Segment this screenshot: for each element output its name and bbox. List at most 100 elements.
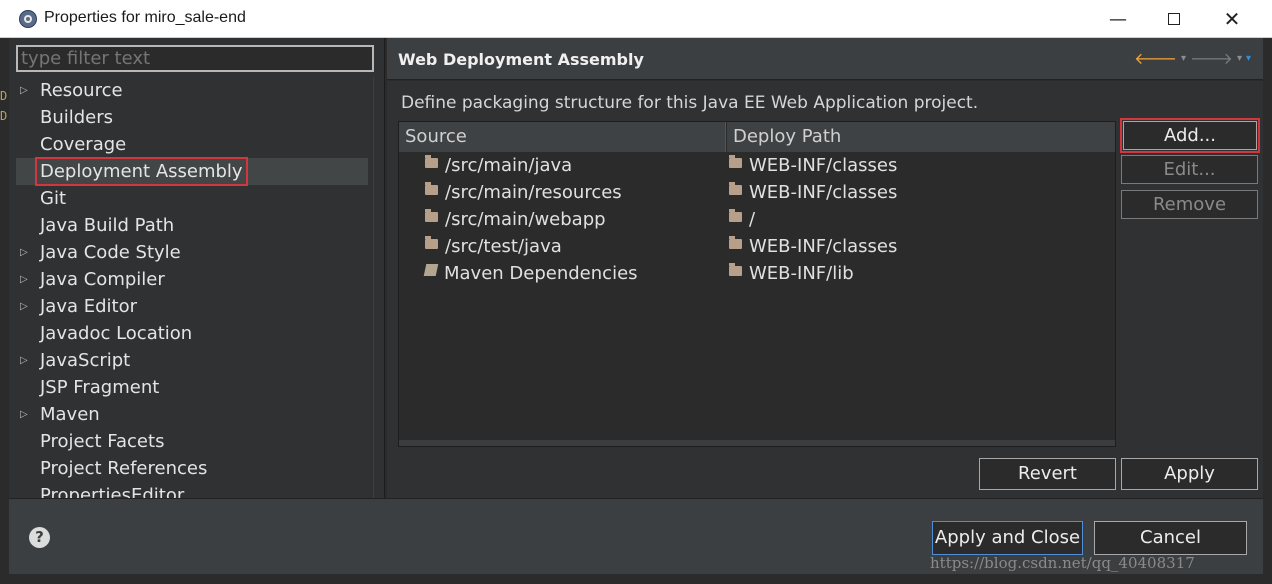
add-button[interactable]: Add...	[1120, 118, 1260, 153]
tree-item-javadoc-location[interactable]: Javadoc Location	[16, 320, 368, 347]
tree-item-builders[interactable]: Builders	[16, 104, 368, 131]
table-row[interactable]: /src/main/java WEB-INF/classes	[399, 152, 1115, 179]
table-horizontal-scrollbar[interactable]	[399, 440, 1115, 446]
tree-item-java-build-path[interactable]: Java Build Path	[16, 212, 368, 239]
tree-item-label: JSP Fragment	[40, 377, 160, 398]
tree-item-label: Coverage	[40, 134, 127, 155]
source-cell: /src/main/java	[445, 155, 573, 176]
source-cell: Maven Dependencies	[444, 263, 638, 284]
folder-icon	[425, 209, 438, 222]
deployment-assembly-page: Define packaging structure for this Java…	[387, 81, 1263, 498]
deploy-cell: WEB-INF/classes	[749, 155, 898, 176]
folder-icon	[425, 155, 438, 168]
settings-gear-icon	[19, 10, 37, 28]
expand-arrow-icon[interactable]: ▷	[20, 401, 28, 428]
folder-icon	[425, 236, 438, 249]
minimize-button[interactable]: —	[1090, 0, 1146, 38]
folder-icon	[729, 236, 742, 249]
folder-icon	[729, 182, 742, 195]
apply-button[interactable]: Apply	[1121, 458, 1258, 490]
expand-arrow-icon[interactable]: ▷	[20, 293, 28, 320]
table-row[interactable]: /src/test/java WEB-INF/classes	[399, 233, 1115, 260]
tree-item-label: Javadoc Location	[40, 323, 193, 344]
cancel-button[interactable]: Cancel	[1094, 521, 1247, 555]
background-editor	[0, 574, 1272, 584]
tree-item-deployment-assembly[interactable]: Deployment Assembly	[16, 157, 368, 186]
tree-item-label: Java Build Path	[40, 215, 175, 236]
remove-button[interactable]: Remove	[1121, 190, 1258, 219]
tree-item-label: Deployment Assembly	[35, 157, 248, 186]
source-cell: /src/main/resources	[445, 182, 622, 203]
library-icon	[423, 264, 439, 276]
deploy-cell: WEB-INF/classes	[749, 182, 898, 203]
tree-item-resource[interactable]: ▷ Resource	[16, 77, 368, 104]
tree-item-label: Git	[40, 188, 67, 209]
deploy-cell: /	[749, 209, 756, 230]
filter-input[interactable]	[16, 45, 374, 72]
tree-item-label: JavaScript	[40, 350, 131, 371]
maximize-button[interactable]	[1146, 0, 1202, 38]
tree-item-jsp-fragment[interactable]: JSP Fragment	[16, 374, 368, 401]
table-row[interactable]: /src/main/webapp /	[399, 206, 1115, 233]
page-header: Web Deployment Assembly 🡐 ▾ 🡒 ▾ ▾	[387, 38, 1263, 80]
tree-item-maven[interactable]: ▷ Maven	[16, 401, 368, 428]
view-menu-icon[interactable]: ▾	[1246, 53, 1251, 64]
back-dropdown-icon[interactable]: ▾	[1181, 53, 1186, 64]
page-description: Define packaging structure for this Java…	[401, 93, 979, 113]
edit-button[interactable]: Edit...	[1121, 155, 1258, 184]
edge-char: D	[0, 109, 8, 123]
tree-item-properties-editor[interactable]: PropertiesEditor	[16, 482, 368, 498]
folder-icon	[729, 263, 742, 276]
expand-arrow-icon[interactable]: ▷	[20, 239, 28, 266]
tree-item-git[interactable]: Git	[16, 185, 368, 212]
apply-and-close-button[interactable]: Apply and Close	[932, 521, 1083, 555]
folder-icon	[729, 209, 742, 222]
maximize-icon	[1168, 13, 1180, 25]
tree-item-coverage[interactable]: Coverage	[16, 131, 368, 158]
tree-item-label: Project References	[40, 458, 208, 479]
source-cell: /src/test/java	[445, 236, 562, 257]
help-icon[interactable]: ?	[29, 527, 50, 548]
watermark-text: https://blog.csdn.net/qq_40408317	[930, 554, 1195, 572]
expand-arrow-icon[interactable]: ▷	[20, 347, 28, 374]
close-button[interactable]: ✕	[1204, 0, 1260, 38]
back-arrow-icon[interactable]: 🡐	[1134, 48, 1177, 68]
folder-icon	[729, 155, 742, 168]
minimize-icon: —	[1109, 8, 1127, 30]
close-icon: ✕	[1223, 7, 1241, 31]
column-header-deploy-path[interactable]: Deploy Path	[727, 122, 1115, 152]
tree-item-label: Java Editor	[40, 296, 138, 317]
window-title: Properties for miro_sale-end	[44, 9, 246, 26]
source-cell: /src/main/webapp	[445, 209, 606, 230]
tree-item-project-facets[interactable]: Project Facets	[16, 428, 368, 455]
properties-tree: ▷ Resource Builders Coverage Deployment …	[9, 77, 373, 498]
tree-item-label: PropertiesEditor	[40, 485, 185, 498]
tree-item-label: Resource	[40, 80, 123, 101]
tree-item-project-references[interactable]: Project References	[16, 455, 368, 482]
tree-item-label: Java Code Style	[40, 242, 181, 263]
deploy-cell: WEB-INF/classes	[749, 236, 898, 257]
table-row[interactable]: Maven Dependencies WEB-INF/lib	[399, 260, 1115, 287]
edge-char: D	[0, 89, 8, 103]
tree-item-label: Project Facets	[40, 431, 165, 452]
revert-button[interactable]: Revert	[979, 458, 1116, 490]
tree-item-label: Builders	[40, 107, 114, 128]
forward-arrow-icon[interactable]: 🡒	[1190, 48, 1233, 68]
column-header-source[interactable]: Source	[399, 122, 726, 152]
properties-navigation: ▷ Resource Builders Coverage Deployment …	[9, 38, 385, 498]
tree-scrollbar[interactable]	[373, 77, 383, 498]
page-title: Web Deployment Assembly	[398, 50, 644, 69]
expand-arrow-icon[interactable]: ▷	[20, 77, 28, 104]
background-editor-edge: D D	[0, 86, 9, 126]
tree-item-java-editor[interactable]: ▷ Java Editor	[16, 293, 368, 320]
title-bar: Properties for miro_sale-end — ✕	[0, 0, 1272, 38]
tree-item-java-compiler[interactable]: ▷ Java Compiler	[16, 266, 368, 293]
tree-item-javascript[interactable]: ▷ JavaScript	[16, 347, 368, 374]
assembly-table: Source Deploy Path /src/main/java WEB-IN…	[398, 121, 1116, 447]
history-navigation: 🡐 ▾ 🡒 ▾ ▾	[1134, 46, 1251, 70]
table-row[interactable]: /src/main/resources WEB-INF/classes	[399, 179, 1115, 206]
expand-arrow-icon[interactable]: ▷	[20, 266, 28, 293]
tree-item-java-code-style[interactable]: ▷ Java Code Style	[16, 239, 368, 266]
deploy-cell: WEB-INF/lib	[749, 263, 854, 284]
forward-dropdown-icon[interactable]: ▾	[1237, 53, 1242, 64]
